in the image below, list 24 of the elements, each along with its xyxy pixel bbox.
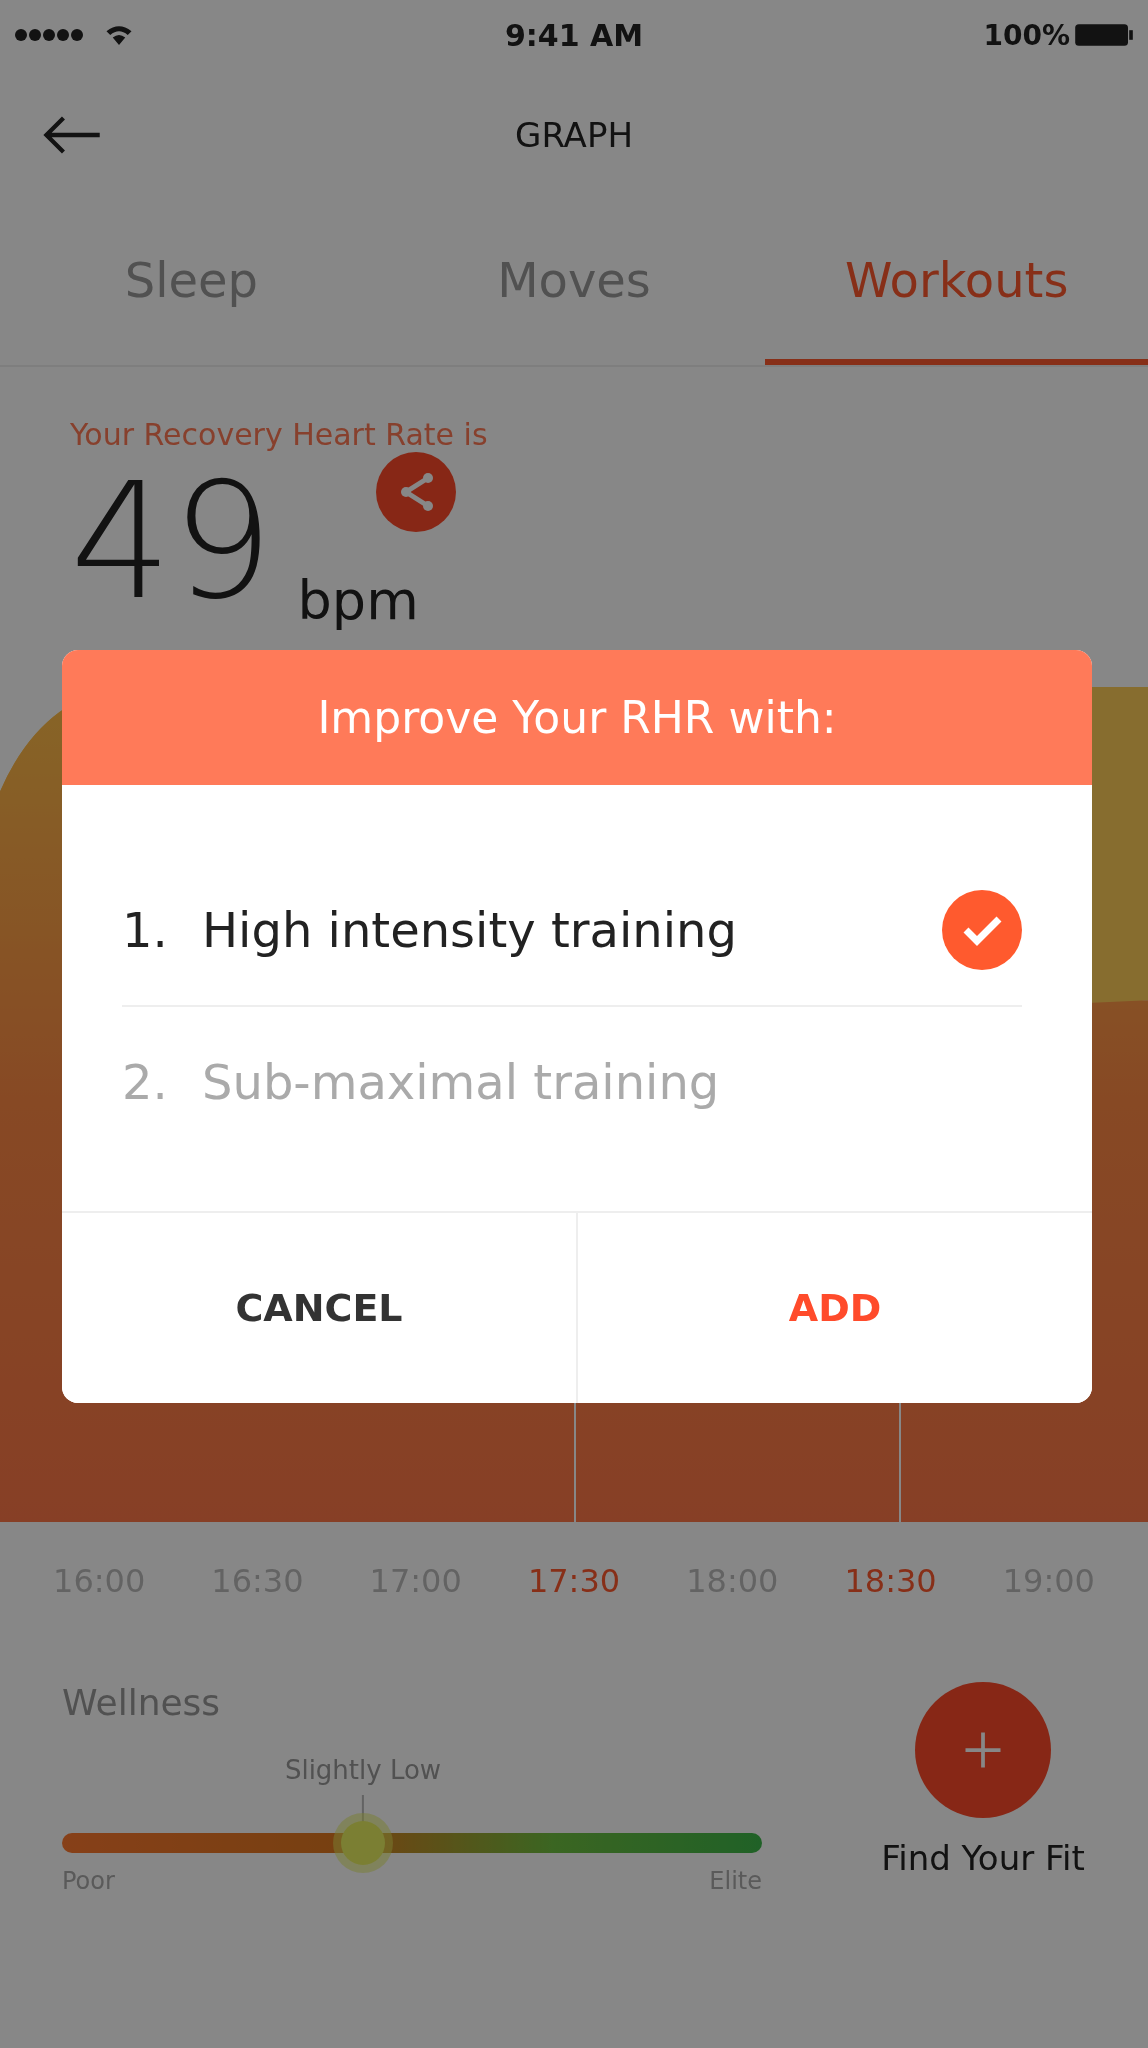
option-label: High intensity training (202, 902, 738, 958)
option-item[interactable]: 2. Sub-maximal training (122, 1007, 1022, 1157)
option-number: 2. (122, 1054, 169, 1110)
slider-thumb[interactable] (341, 1821, 385, 1865)
battery-icon (1074, 23, 1134, 47)
heart-rate-value: 49 (70, 462, 274, 622)
dialog-title: Improve Your RHR with: (317, 692, 837, 743)
wifi-icon (104, 23, 134, 47)
screen-title: GRAPH (514, 115, 634, 155)
check-icon (942, 890, 1022, 970)
tab[interactable]: Workouts (765, 200, 1148, 365)
status-time: 9:41 AM (503, 17, 645, 53)
recovery-label: Your Recovery Heart Rate is (70, 417, 488, 452)
option-number: 1. (122, 902, 169, 958)
battery-percent: 100% (983, 18, 1070, 52)
signal-icon (14, 28, 84, 42)
option-label: Sub-maximal training (202, 1054, 721, 1110)
share-icon[interactable] (376, 452, 456, 532)
dialog-button[interactable]: ADD (576, 1213, 1092, 1403)
heart-rate-unit: bpm (297, 569, 419, 632)
find-fit-label: Find Your Fit (881, 1838, 1085, 1878)
time-label: 17:30 (527, 1562, 621, 1602)
option-item[interactable]: 1. High intensity training (122, 855, 1022, 1007)
time-label: 18:30 (844, 1562, 937, 1602)
